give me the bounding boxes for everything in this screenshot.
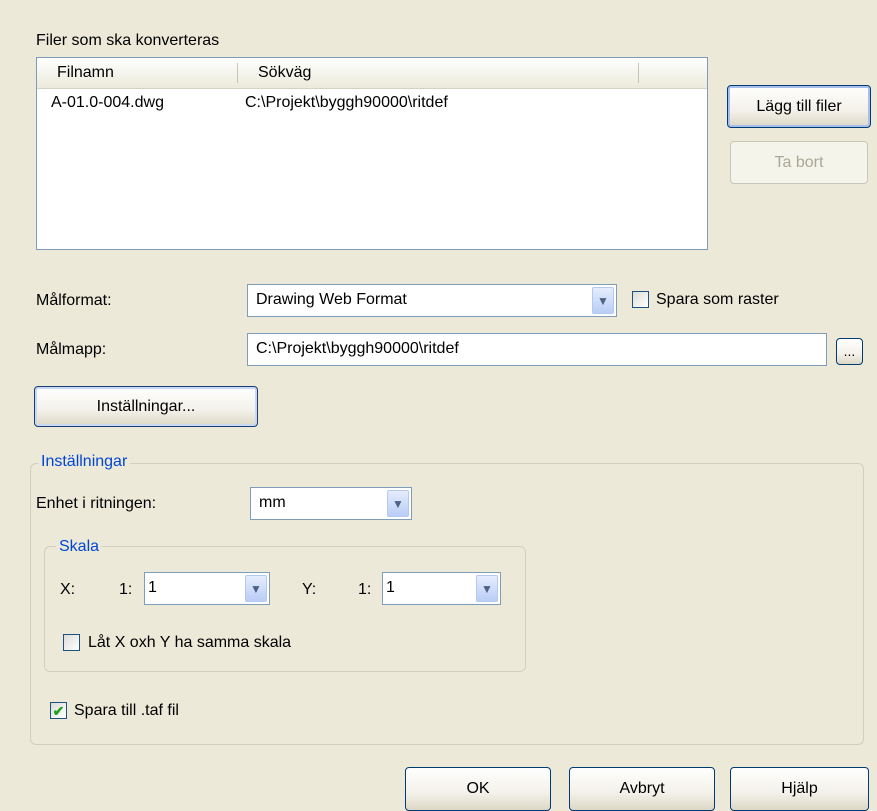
add-files-button[interactable]: Lägg till filer xyxy=(727,85,871,128)
save-taf-label: Spara till .taf fil xyxy=(74,702,179,719)
settings-group-title: Inställningar xyxy=(38,452,131,472)
file-list-header: Filnamn Sökväg xyxy=(37,58,707,89)
ok-button[interactable]: OK xyxy=(405,767,551,811)
file-list-row[interactable]: A-01.0-004.dwg C:\Projekt\byggh90000\rit… xyxy=(37,92,707,114)
checkmark-icon: ✔ xyxy=(52,702,65,719)
scale-group-title: Skala xyxy=(56,537,103,557)
chevron-down-icon[interactable]: ▼ xyxy=(476,575,498,602)
cancel-button[interactable]: Avbryt xyxy=(569,767,715,811)
remove-button[interactable]: Ta bort xyxy=(730,141,868,184)
file-list[interactable]: Filnamn Sökväg A-01.0-004.dwg C:\Projekt… xyxy=(36,57,708,250)
target-folder-input[interactable]: C:\Projekt\byggh90000\ritdef xyxy=(247,333,827,366)
save-as-raster-label: Spara som raster xyxy=(656,291,779,308)
save-as-raster-checkbox[interactable] xyxy=(632,291,649,308)
save-taf-checkbox[interactable]: ✔ xyxy=(50,702,67,719)
file-path-cell: C:\Projekt\byggh90000\ritdef xyxy=(245,94,448,111)
scale-y-prefix: 1: xyxy=(358,581,372,598)
column-header-path[interactable]: Sökväg xyxy=(258,58,311,88)
target-format-label: Målformat: xyxy=(36,292,112,309)
scale-y-select[interactable]: 1 ▼ xyxy=(382,572,501,605)
unit-select[interactable]: mm ▼ xyxy=(250,487,412,520)
scale-group xyxy=(44,546,526,672)
scale-x-prefix: 1: xyxy=(119,581,133,598)
browse-button[interactable]: ... xyxy=(836,338,863,365)
file-name-cell: A-01.0-004.dwg xyxy=(51,94,164,111)
column-header-filename[interactable]: Filnamn xyxy=(57,58,114,88)
unit-label: Enhet i ritningen: xyxy=(36,495,157,512)
chevron-down-icon[interactable]: ▼ xyxy=(245,575,267,602)
unit-value: mm xyxy=(259,494,286,511)
target-folder-label: Målmapp: xyxy=(36,341,107,358)
column-separator[interactable] xyxy=(237,63,238,83)
scale-y-value: 1 xyxy=(386,579,395,596)
scale-x-value: 1 xyxy=(148,579,157,596)
target-folder-value: C:\Projekt\byggh90000\ritdef xyxy=(256,340,459,357)
same-scale-checkbox[interactable] xyxy=(63,634,80,651)
scale-y-label: Y: xyxy=(302,581,317,598)
chevron-down-icon[interactable]: ▼ xyxy=(387,490,409,517)
settings-button[interactable]: Inställningar... xyxy=(34,386,258,427)
chevron-down-icon[interactable]: ▼ xyxy=(592,287,614,314)
same-scale-label: Låt X oxh Y ha samma skala xyxy=(88,634,292,651)
help-button[interactable]: Hjälp xyxy=(730,767,869,811)
column-separator[interactable] xyxy=(638,63,639,83)
files-section-label: Filer som ska konverteras xyxy=(36,32,220,49)
target-format-select[interactable]: Drawing Web Format ▼ xyxy=(247,284,617,317)
scale-x-select[interactable]: 1 ▼ xyxy=(144,572,270,605)
target-format-value: Drawing Web Format xyxy=(256,291,407,308)
scale-x-label: X: xyxy=(60,581,76,598)
